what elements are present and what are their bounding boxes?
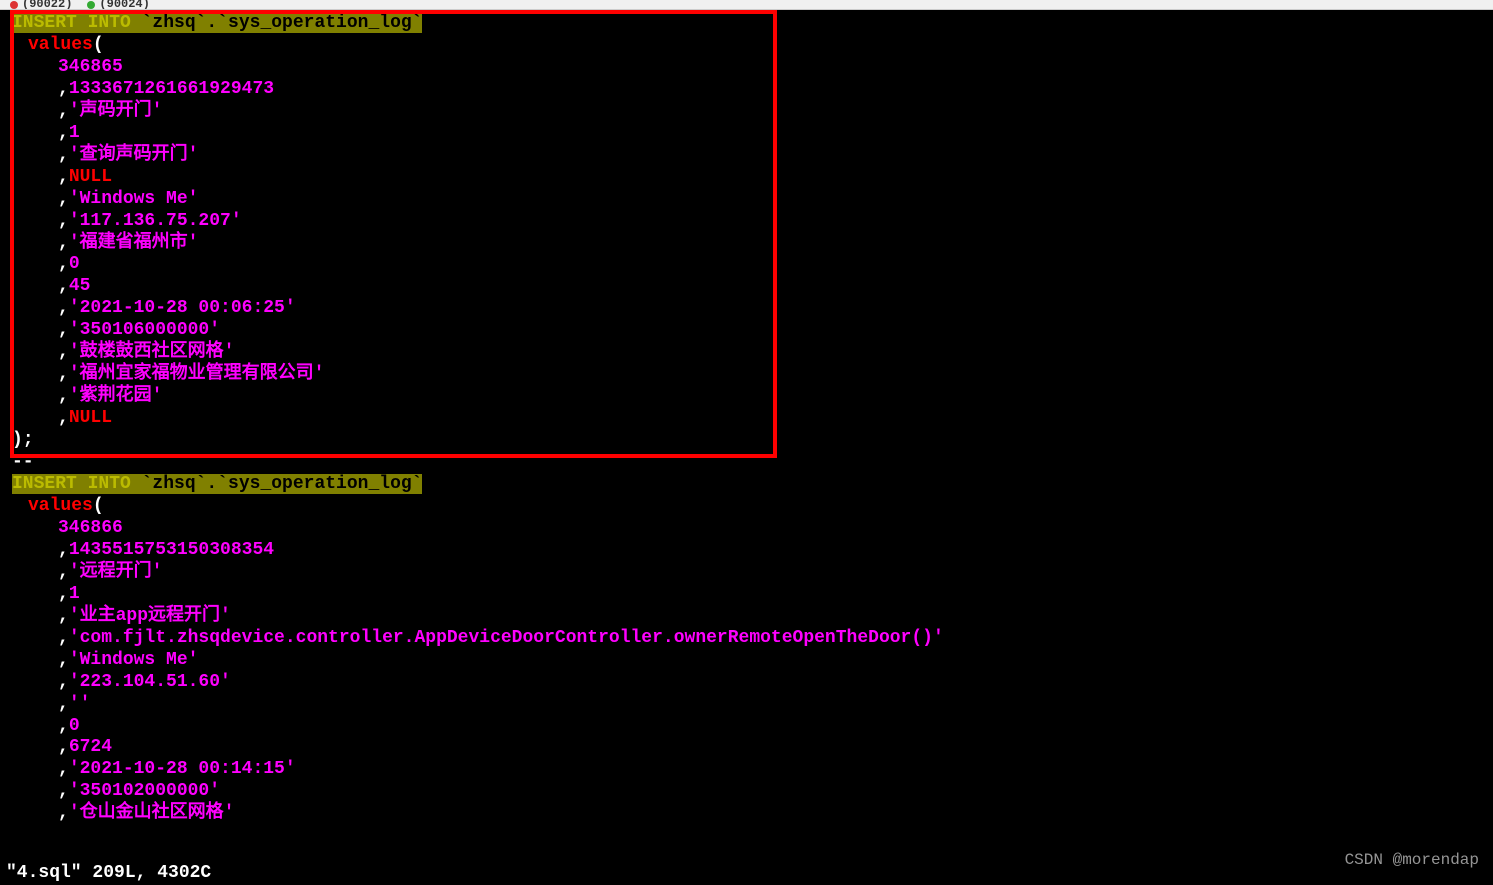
table-name: `zhsq`.`sys_operation_log`: [142, 13, 423, 33]
tab-bar: (90022) (90024): [0, 0, 1493, 10]
sql-value: ,'查询声码开门': [12, 145, 1493, 167]
tab-1-text: (90022): [22, 0, 72, 10]
sql-value: ,'350102000000': [12, 781, 1493, 803]
sql-value: ,NULL: [12, 408, 1493, 430]
sql-value: ,'紫荆花园': [12, 386, 1493, 408]
sql-close: );: [12, 430, 1493, 452]
sql-value: ,'福建省福州市': [12, 233, 1493, 255]
cursor-marker: --: [12, 452, 1493, 474]
sql-value: 346865: [12, 57, 1493, 79]
sql-values-keyword: values(: [12, 496, 1493, 518]
sql-value: ,NULL: [12, 167, 1493, 189]
sql-value: ,'仓山金山社区网格': [12, 803, 1493, 825]
sql-value: ,0: [12, 254, 1493, 276]
sql-insert-statement: INSERT INTO `zhsq`.`sys_operation_log`: [12, 13, 1493, 35]
sql-value: ,'Windows Me': [12, 189, 1493, 211]
watermark-text: CSDN @morendap: [1345, 851, 1479, 871]
sql-value: ,1: [12, 584, 1493, 606]
terminal-content[interactable]: INSERT INTO `zhsq`.`sys_operation_log` v…: [0, 10, 1493, 825]
sql-value: ,'com.fjlt.zhsqdevice.controller.AppDevi…: [12, 628, 1493, 650]
table-name: `zhsq`.`sys_operation_log`: [142, 474, 423, 494]
sql-value: ,'业主app远程开门': [12, 606, 1493, 628]
insert-into-keyword: INSERT INTO: [12, 13, 142, 33]
tab-2-text: (90024): [99, 0, 149, 10]
sql-value: ,45: [12, 276, 1493, 298]
sql-values-keyword: values(: [12, 35, 1493, 57]
sql-value: ,'声码开门': [12, 101, 1493, 123]
sql-value: ,0: [12, 716, 1493, 738]
sql-value: ,'远程开门': [12, 562, 1493, 584]
tab-2[interactable]: (90024): [87, 0, 149, 10]
tab-dot-icon: [10, 1, 18, 9]
sql-value: ,'117.136.75.207': [12, 211, 1493, 233]
tab-dot-icon: [87, 1, 95, 9]
sql-value: ,1435515753150308354: [12, 540, 1493, 562]
sql-value: ,'福州宜家福物业管理有限公司': [12, 364, 1493, 386]
sql-value: 346866: [12, 518, 1493, 540]
sql-value: ,1333671261661929473: [12, 79, 1493, 101]
sql-value: ,1: [12, 123, 1493, 145]
vim-status-line: "4.sql" 209L, 4302C: [6, 863, 211, 885]
sql-value: ,'Windows Me': [12, 650, 1493, 672]
sql-value: ,'350106000000': [12, 320, 1493, 342]
sql-value: ,'鼓楼鼓西社区网格': [12, 342, 1493, 364]
sql-insert-statement: INSERT INTO `zhsq`.`sys_operation_log`: [12, 474, 1493, 496]
insert-into-keyword: INSERT INTO: [12, 474, 142, 494]
sql-value: ,'2021-10-28 00:14:15': [12, 759, 1493, 781]
tab-1[interactable]: (90022): [10, 0, 72, 10]
sql-value: ,'2021-10-28 00:06:25': [12, 298, 1493, 320]
sql-value: ,6724: [12, 737, 1493, 759]
sql-value: ,'': [12, 694, 1493, 716]
sql-value: ,'223.104.51.60': [12, 672, 1493, 694]
